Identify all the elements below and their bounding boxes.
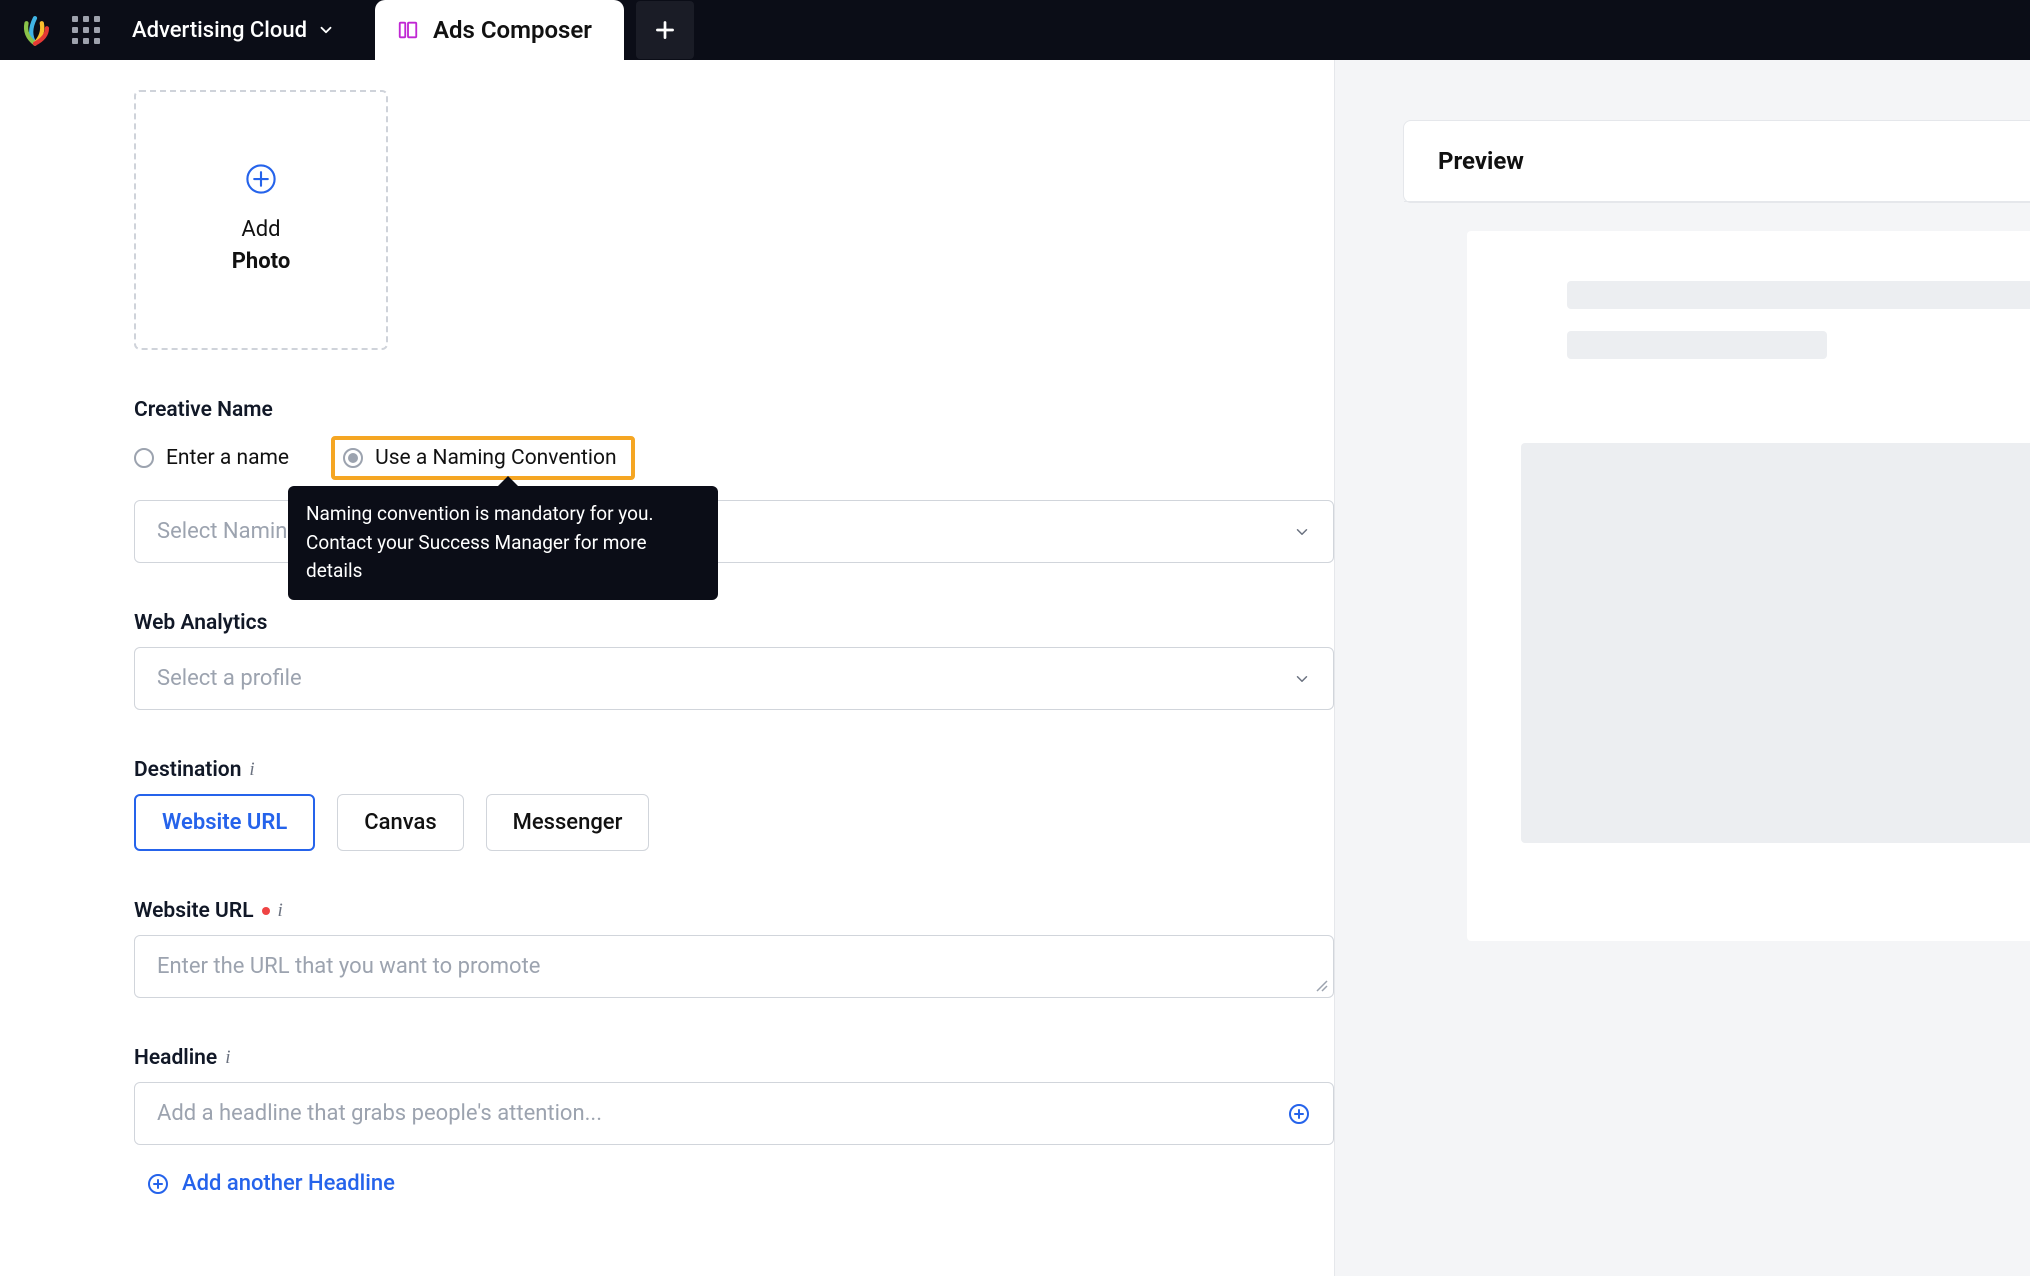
- web-analytics-label: Web Analytics: [134, 611, 1334, 635]
- section-headline: Headline i Add a headline that grabs peo…: [134, 1046, 1334, 1196]
- composer-form: AddPhoto Creative Name Enter a name Use …: [0, 60, 1335, 1276]
- destination-messenger[interactable]: Messenger: [486, 794, 650, 851]
- input-placeholder: Add a headline that grabs people's atten…: [157, 1101, 602, 1126]
- product-switcher[interactable]: Advertising Cloud: [132, 18, 335, 43]
- select-placeholder: Select a profile: [157, 666, 302, 691]
- preview-media-placeholder: [1521, 443, 2030, 843]
- add-photo-label: AddPhoto: [232, 214, 291, 278]
- section-website-url: Website URL i Enter the URL that you wan…: [134, 899, 1334, 998]
- product-name: Advertising Cloud: [132, 18, 307, 43]
- website-url-label: Website URL: [134, 899, 254, 923]
- radio-convention-label: Use a Naming Convention: [375, 446, 617, 470]
- add-photo-dropzone[interactable]: AddPhoto: [134, 90, 388, 350]
- tab-ads-composer[interactable]: Ads Composer: [375, 0, 624, 60]
- info-icon[interactable]: i: [249, 759, 254, 781]
- info-icon[interactable]: i: [278, 900, 283, 922]
- plus-icon: [652, 17, 678, 43]
- add-another-headline-button[interactable]: Add another Headline: [146, 1171, 1334, 1196]
- ads-composer-icon: [397, 19, 419, 41]
- app-launcher-icon[interactable]: [72, 16, 100, 44]
- preview-placeholder: [1467, 231, 2030, 941]
- preview-text-placeholder: [1567, 281, 2030, 309]
- destination-label: Destination: [134, 758, 241, 782]
- section-destination: Destination i Website URL Canvas Messeng…: [134, 758, 1334, 851]
- new-tab-button[interactable]: [636, 1, 694, 59]
- tab-label: Ads Composer: [433, 16, 592, 44]
- headline-input[interactable]: Add a headline that grabs people's atten…: [134, 1082, 1334, 1145]
- web-analytics-select[interactable]: Select a profile: [134, 647, 1334, 710]
- radio-enter-name[interactable]: Enter a name: [134, 446, 289, 470]
- chevron-down-icon: [1293, 523, 1311, 541]
- naming-convention-tooltip: Naming convention is mandatory for you. …: [288, 486, 718, 600]
- preview-title: Preview: [1404, 121, 2030, 202]
- radio-icon: [343, 448, 363, 468]
- chevron-down-icon: [317, 21, 335, 39]
- add-another-headline-label: Add another Headline: [182, 1171, 395, 1196]
- radio-icon: [134, 448, 154, 468]
- app-logo: [18, 13, 52, 47]
- chevron-down-icon: [1293, 670, 1311, 688]
- preview-card: Preview: [1403, 120, 2030, 203]
- add-photo-plus-icon: [244, 162, 278, 196]
- resize-handle-icon[interactable]: [1315, 979, 1329, 993]
- section-creative-name: Creative Name Enter a name Use a Naming …: [134, 398, 1334, 563]
- headline-label: Headline: [134, 1046, 217, 1070]
- radio-enter-name-label: Enter a name: [166, 446, 289, 470]
- creative-name-label: Creative Name: [134, 398, 1334, 422]
- destination-canvas[interactable]: Canvas: [337, 794, 463, 851]
- website-url-input[interactable]: Enter the URL that you want to promote: [134, 935, 1334, 998]
- preview-text-placeholder: [1567, 331, 1827, 359]
- destination-website-url[interactable]: Website URL: [134, 794, 315, 851]
- required-indicator: [262, 907, 270, 915]
- add-headline-inline-icon[interactable]: [1287, 1102, 1311, 1126]
- preview-pane: Preview: [1335, 60, 2030, 1276]
- plus-circle-icon: [146, 1172, 170, 1196]
- info-icon[interactable]: i: [225, 1047, 230, 1069]
- section-web-analytics: Web Analytics Select a profile: [134, 611, 1334, 710]
- input-placeholder: Enter the URL that you want to promote: [157, 954, 540, 979]
- radio-use-naming-convention[interactable]: Use a Naming Convention: [331, 436, 635, 480]
- app-topbar: Advertising Cloud Ads Composer: [0, 0, 2030, 60]
